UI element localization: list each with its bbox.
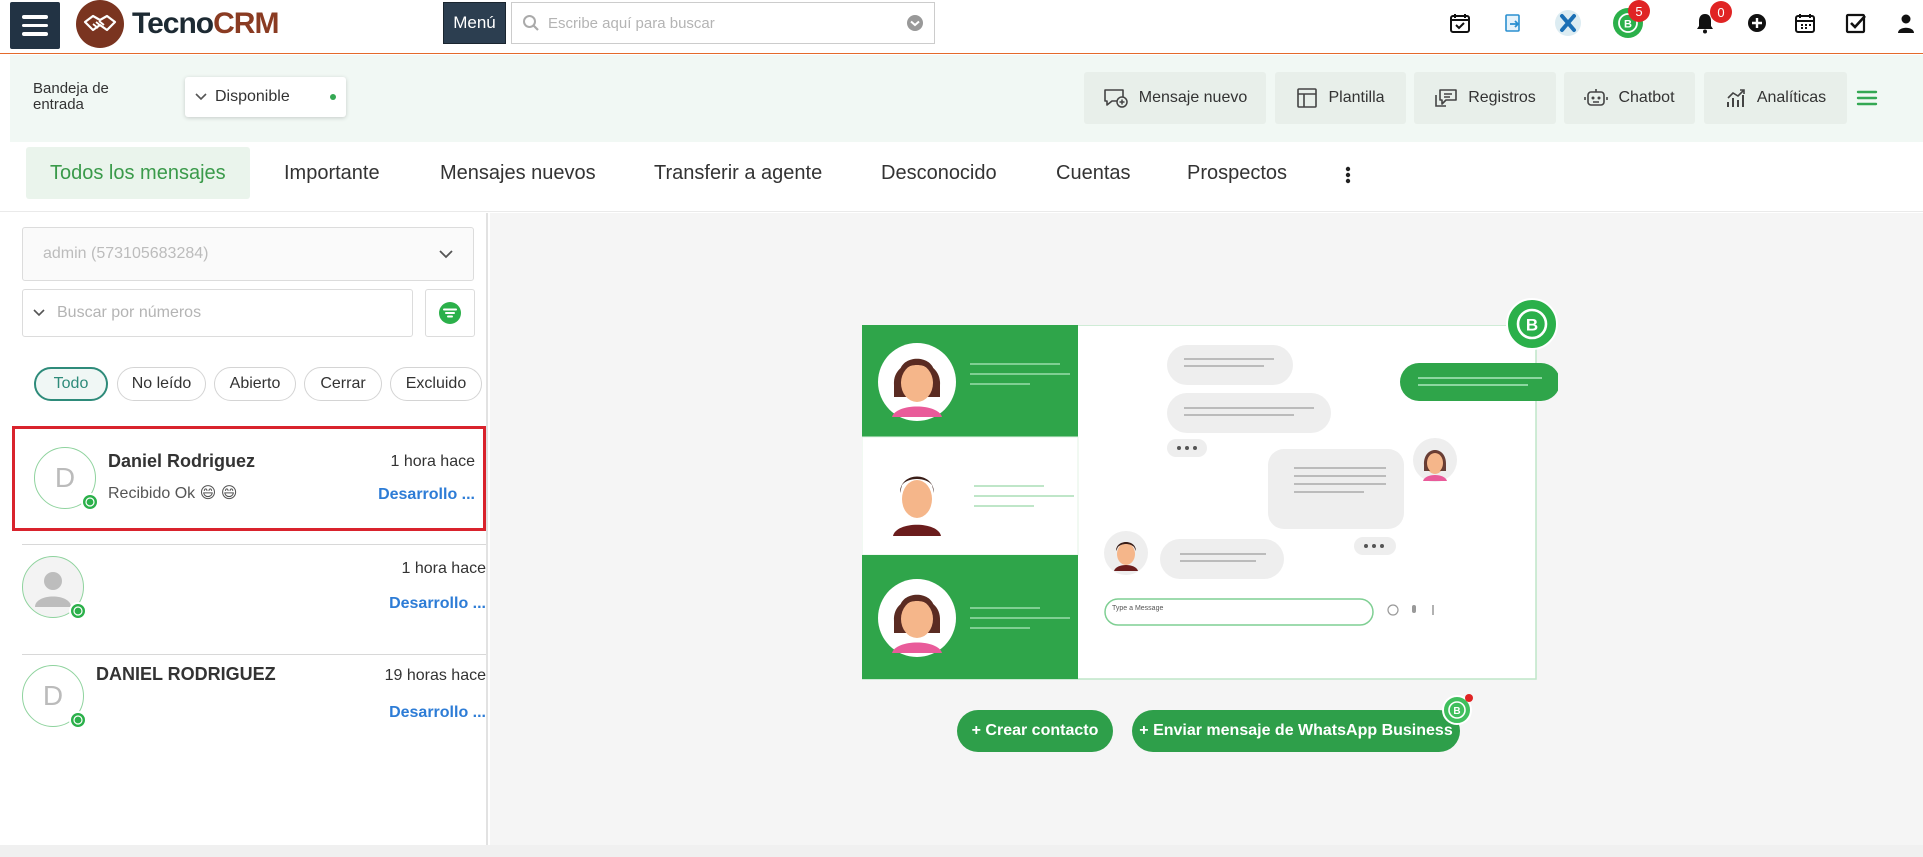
- list-menu-icon[interactable]: [1856, 88, 1878, 108]
- svg-text:B: B: [1453, 706, 1460, 717]
- search-input[interactable]: [548, 14, 898, 32]
- template-button[interactable]: Plantilla: [1275, 72, 1406, 124]
- svg-text:B: B: [1624, 19, 1632, 31]
- more-vertical-icon[interactable]: [1343, 164, 1353, 186]
- analytics-button[interactable]: Analíticas: [1704, 72, 1847, 124]
- pipeline-link[interactable]: Desarrollo ...: [378, 486, 475, 504]
- tab-prospects[interactable]: Prospectos: [1163, 147, 1311, 199]
- inbox-label: Bandeja de entrada: [33, 80, 109, 113]
- whatsapp-unread-badge: 5: [1628, 0, 1650, 22]
- task-checkbox-icon[interactable]: [1841, 8, 1871, 38]
- pipeline-link[interactable]: Desarrollo ...: [389, 704, 486, 722]
- whatsapp-icon: [69, 711, 87, 729]
- conversation-item[interactable]: D Daniel Rodriguez 1 hora hace Recibido …: [12, 426, 486, 531]
- filter-open[interactable]: Abierto: [214, 367, 296, 401]
- conversation-time: 1 hora hace: [390, 453, 475, 470]
- chatbot-label: Chatbot: [1618, 89, 1675, 106]
- calendar-icon[interactable]: [1790, 8, 1820, 38]
- filter-excluded[interactable]: Excluido: [390, 367, 482, 401]
- status-value: Disponible: [215, 88, 290, 105]
- whatsapp-business-icon: B: [1506, 298, 1558, 350]
- chevron-down-icon: [439, 249, 453, 258]
- hamburger-line: [22, 23, 48, 28]
- default-user-icon: [35, 572, 71, 607]
- search-icon: [523, 15, 539, 31]
- whatsapp-icon: [81, 493, 99, 511]
- bottom-scroll-area: [0, 845, 1923, 857]
- avatar-initial: D: [54, 462, 76, 493]
- number-search[interactable]: Buscar por números: [22, 289, 413, 337]
- conversation-time: 19 horas hace: [384, 667, 486, 684]
- robot-icon: [1584, 89, 1609, 106]
- top-bar: TecnoCRM Menú B 5 0: [0, 0, 1923, 54]
- tab-transfer-to-agent[interactable]: Transferir a agente: [630, 147, 846, 199]
- account-select[interactable]: admin (573105683284): [22, 227, 474, 281]
- new-message-button[interactable]: Mensaje nuevo: [1084, 72, 1266, 124]
- filter-icon: [439, 302, 461, 324]
- tab-accounts[interactable]: Cuentas: [1032, 147, 1155, 199]
- hamburger-menu-button[interactable]: [10, 2, 60, 49]
- chatbot-button[interactable]: Chatbot: [1564, 72, 1695, 124]
- chevron-down-circle-icon[interactable]: [906, 14, 924, 32]
- contact-name: Daniel Rodriguez: [108, 451, 256, 471]
- whatsapp-icon: [69, 602, 87, 620]
- number-search-placeholder: Buscar por números: [57, 304, 202, 321]
- filter-unread[interactable]: No leído: [117, 367, 206, 401]
- hamburger-line: [22, 32, 48, 36]
- status-online-dot: [330, 94, 336, 100]
- chat-illustration: Type a Message: [862, 325, 1558, 681]
- conversation-list-pane: admin (573105683284) Buscar por números …: [10, 213, 488, 845]
- notifications-badge: 0: [1710, 1, 1732, 23]
- add-circle-icon[interactable]: [1742, 8, 1772, 38]
- new-message-label: Mensaje nuevo: [1138, 89, 1248, 106]
- records-chat-icon: [1435, 89, 1458, 107]
- create-contact-button[interactable]: + Crear contacto: [957, 710, 1113, 752]
- tab-important[interactable]: Importante: [260, 147, 404, 199]
- message-tabs: Todos los mensajes Importante Mensajes n…: [0, 142, 1923, 212]
- template-layout-icon: [1297, 88, 1318, 108]
- template-label: Plantilla: [1328, 89, 1385, 106]
- menu-button[interactable]: Menú: [443, 2, 506, 44]
- tab-all-messages[interactable]: Todos los mensajes: [26, 147, 250, 199]
- conversation-item[interactable]: 1 hora hace Desarrollo ...: [12, 545, 486, 655]
- analytics-label: Analíticas: [1756, 89, 1827, 106]
- app-name: TecnoCRM: [132, 7, 279, 41]
- chat-plus-icon: [1103, 89, 1128, 108]
- send-whatsapp-message-button[interactable]: + Enviar mensaje de WhatsApp Business: [1132, 710, 1460, 752]
- filter-closed[interactable]: Cerrar: [304, 367, 382, 401]
- account-select-value: admin (573105683284): [43, 245, 209, 262]
- records-label: Registros: [1468, 89, 1536, 106]
- analytics-chart-icon: [1726, 89, 1745, 107]
- app-name-part-2: CRM: [213, 7, 279, 40]
- records-button[interactable]: Registros: [1414, 72, 1556, 124]
- user-profile-icon[interactable]: [1891, 8, 1921, 38]
- tab-new-messages[interactable]: Mensajes nuevos: [416, 147, 620, 199]
- pipeline-link[interactable]: Desarrollo ...: [389, 595, 486, 613]
- tab-unknown[interactable]: Desconocido: [857, 147, 1021, 199]
- whatsapp-business-icon: B: [1442, 693, 1474, 725]
- inbox-toolbar: Bandeja de entrada Disponible Mensaje nu…: [10, 55, 1923, 142]
- global-search[interactable]: [511, 2, 935, 44]
- chevron-down-icon: [33, 309, 45, 317]
- conversation-item[interactable]: D DANIEL RODRIGUEZ 19 horas hace Desarro…: [12, 654, 486, 759]
- status-select[interactable]: Disponible: [185, 77, 346, 117]
- filter-button[interactable]: [425, 289, 475, 337]
- app-name-part-1: Tecno: [132, 7, 214, 40]
- calendar-check-icon[interactable]: [1445, 8, 1475, 38]
- illustration-input-placeholder: Type a Message: [1112, 605, 1164, 612]
- x-brand-icon[interactable]: [1553, 8, 1583, 38]
- document-share-icon[interactable]: [1498, 8, 1528, 38]
- contact-name: DANIEL RODRIGUEZ: [96, 664, 276, 684]
- avatar-initial: D: [42, 680, 64, 711]
- conversation-time: 1 hora hace: [401, 560, 486, 577]
- svg-text:B: B: [1526, 316, 1538, 335]
- handshake-icon: [76, 0, 124, 48]
- hamburger-line: [22, 15, 48, 19]
- app-logo[interactable]: TecnoCRM: [76, 0, 279, 48]
- filter-all[interactable]: Todo: [34, 367, 108, 401]
- message-preview: Recibido Ok 😄 😄: [108, 485, 238, 502]
- chevron-down-icon: [195, 93, 207, 101]
